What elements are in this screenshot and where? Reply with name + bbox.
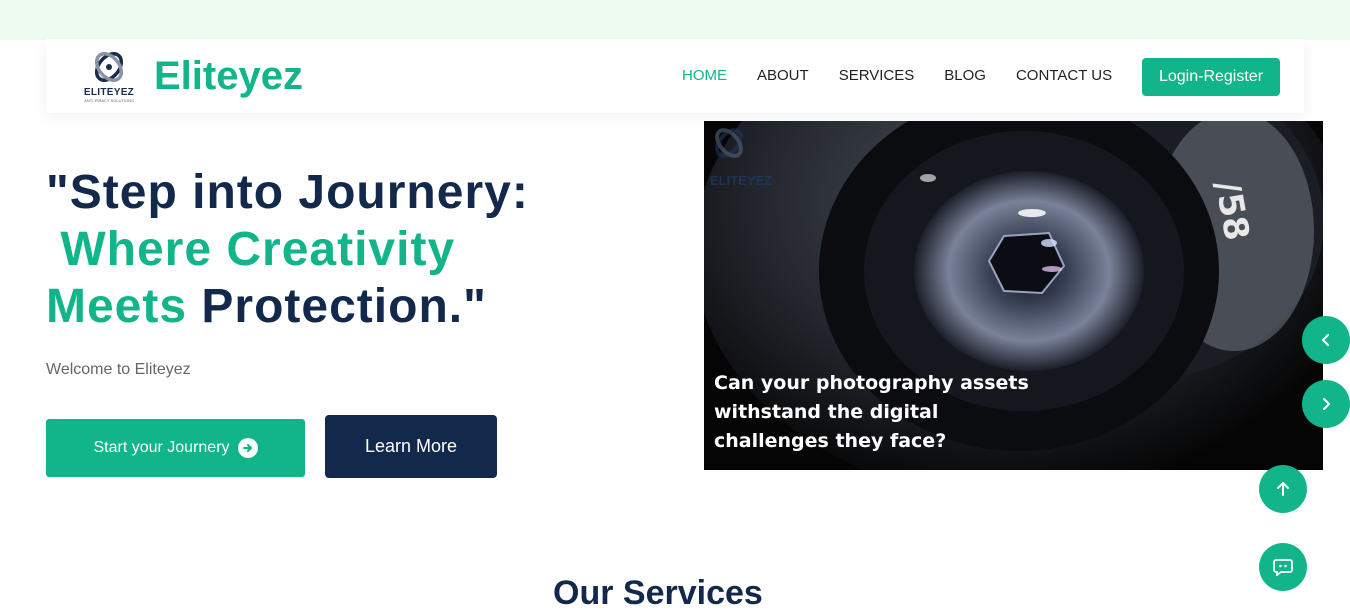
logo[interactable]: ELITEYEZ ANTI-PIRACY SOLUTIONS bbox=[78, 49, 140, 107]
logo-text: ELITEYEZ bbox=[83, 87, 135, 98]
carousel-prev-button[interactable] bbox=[1302, 316, 1350, 364]
nav-contact[interactable]: CONTACT US bbox=[1016, 67, 1112, 84]
chat-button[interactable] bbox=[1259, 543, 1307, 591]
watermark-logo-icon bbox=[715, 128, 743, 158]
scroll-to-top-button[interactable] bbox=[1259, 465, 1307, 513]
hero-title-line1: "Step into Journery: bbox=[46, 166, 529, 219]
chat-icon bbox=[1273, 559, 1293, 576]
hero-title: "Step into Journery: Where Creativity Me… bbox=[46, 164, 606, 335]
start-journey-label: Start your Journery bbox=[93, 439, 230, 456]
hero-subtitle: Welcome to Eliteyez bbox=[46, 361, 191, 378]
start-journey-button[interactable]: Start your Journery bbox=[46, 419, 305, 477]
hero-title-end: Protection." bbox=[201, 280, 487, 333]
top-band bbox=[0, 0, 1350, 40]
nav-services[interactable]: SERVICES bbox=[839, 67, 915, 84]
login-register-button[interactable]: Login-Register bbox=[1142, 58, 1280, 96]
chevron-left-icon bbox=[1322, 334, 1329, 346]
nav-about[interactable]: ABOUT bbox=[757, 67, 809, 84]
hero-slide-image: /58 ELITEYEZ Can your photography assets… bbox=[704, 121, 1323, 470]
arrow-right-circle-icon bbox=[237, 438, 258, 458]
main-nav: HOME ABOUT SERVICES BLOG CONTACT US bbox=[682, 67, 1142, 84]
chevron-right-icon bbox=[1323, 398, 1330, 410]
services-section-heading: Our Services bbox=[553, 574, 763, 612]
learn-more-button[interactable]: Learn More bbox=[325, 415, 497, 478]
slide-caption: Can your photography assets withstand th… bbox=[714, 372, 1029, 452]
logo-tagline: ANTI-PIRACY SOLUTIONS bbox=[84, 98, 134, 103]
brand-name[interactable]: Eliteyez bbox=[154, 54, 303, 99]
nav-blog[interactable]: BLOG bbox=[944, 67, 986, 84]
navbar: ELITEYEZ ANTI-PIRACY SOLUTIONS Eliteyez … bbox=[46, 39, 1304, 113]
nav-home[interactable]: HOME bbox=[682, 67, 727, 84]
logo-emblem-icon bbox=[94, 52, 124, 82]
arrow-up-icon bbox=[1277, 482, 1289, 496]
watermark-text: ELITEYEZ bbox=[710, 173, 773, 188]
carousel-next-button[interactable] bbox=[1302, 380, 1350, 428]
